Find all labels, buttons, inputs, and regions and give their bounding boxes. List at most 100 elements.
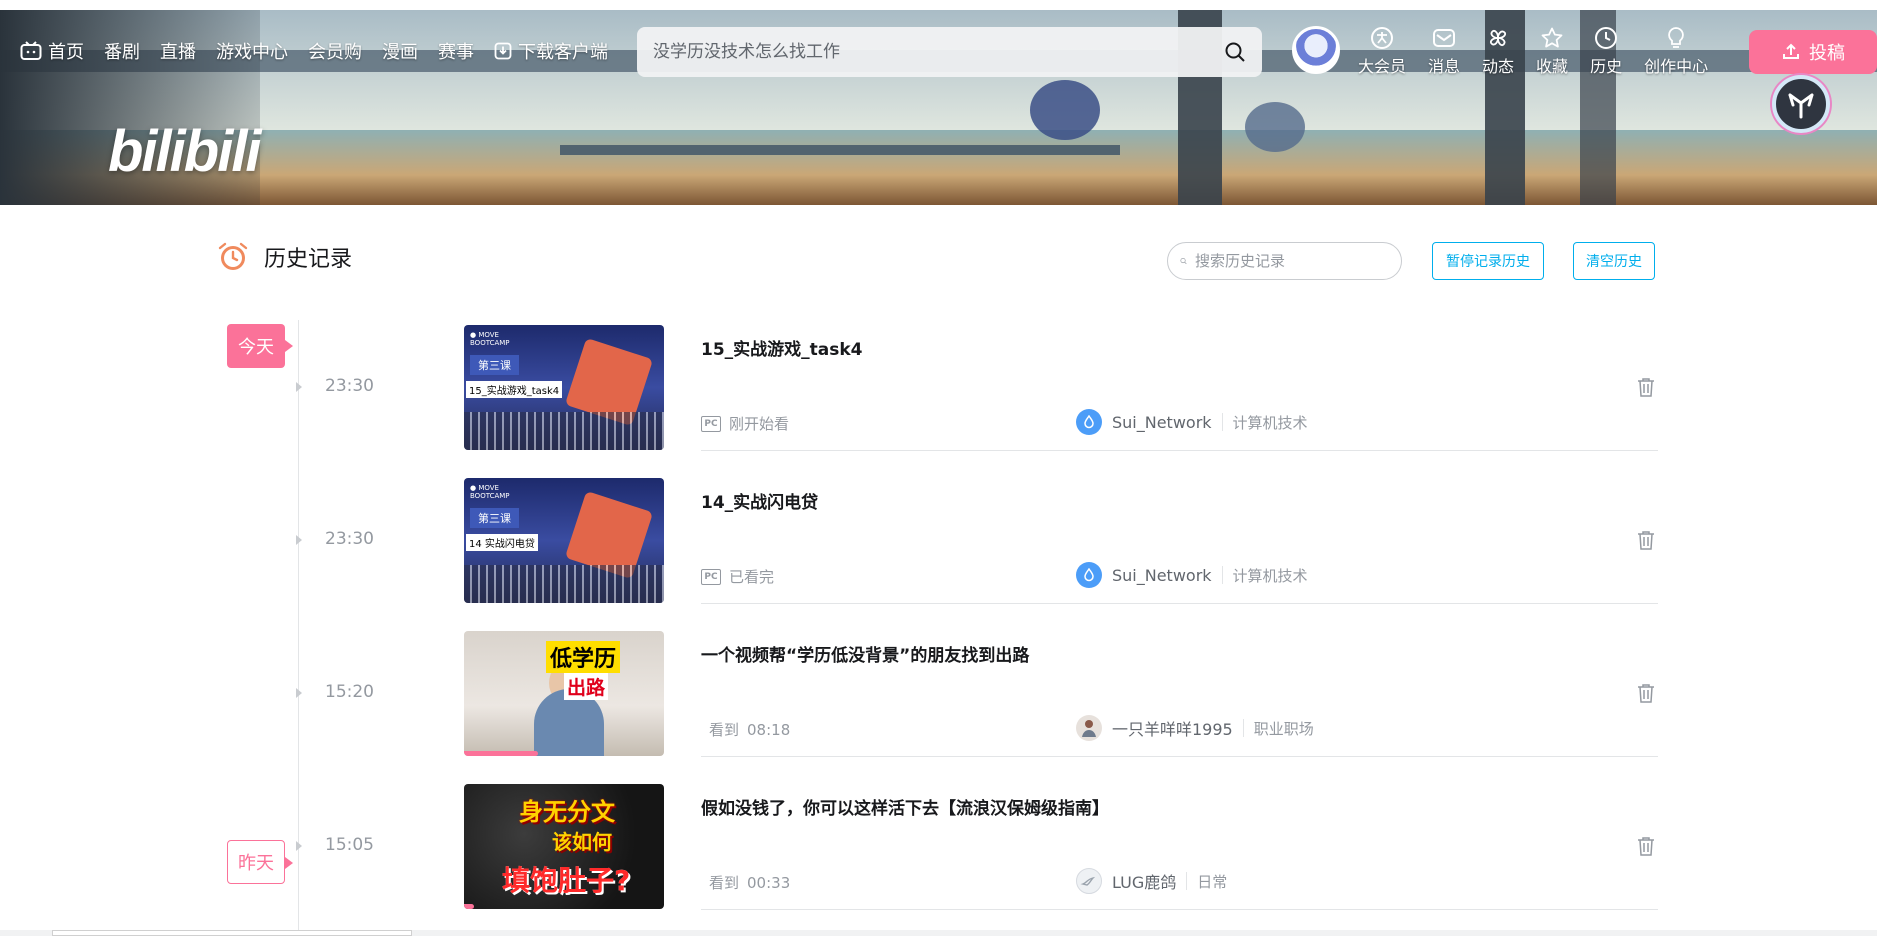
thumb-brand: ● MOVE BOOTCAMP: [470, 484, 510, 500]
timeline-marker: [296, 688, 302, 698]
history-entry[interactable]: 历史: [1590, 26, 1622, 77]
nav-live[interactable]: 直播: [160, 38, 196, 64]
history-entry-row[interactable]: ● MOVE BOOTCAMP 第三课 14 实战闪电贷 14_实战闪电贷 PC …: [464, 478, 1658, 604]
author-name[interactable]: 一只羊咩咩1995: [1112, 716, 1233, 740]
category-tag: 计算机技术: [1232, 413, 1308, 432]
video-thumbnail[interactable]: ● MOVE BOOTCAMP 第三课 15_实战游戏_task4: [464, 325, 664, 450]
author-name[interactable]: Sui_Network: [1112, 413, 1212, 432]
vip-entry[interactable]: 大会员: [1358, 26, 1406, 77]
top-nav: 首页 番剧 直播 游戏中心 会员购 漫画 赛事 下载客户端: [20, 38, 608, 64]
history-header: 历史记录: [216, 240, 352, 274]
thumb-lesson: 第三课: [470, 355, 519, 375]
history-entry-row[interactable]: 身无分文 该如何 填饱肚子? 假如没钱了，你可以这样活下去【流浪汉保姆级指南】 …: [464, 784, 1658, 910]
nav-download-label: 下载客户端: [518, 42, 608, 63]
trash-icon[interactable]: [1637, 530, 1655, 550]
nav-home[interactable]: 首页: [20, 38, 84, 64]
progress-text: 已看完: [729, 568, 775, 586]
bilibili-logo[interactable]: bilibili: [108, 118, 262, 185]
thumb-caption: 15_实战游戏_task4: [466, 381, 563, 398]
floating-avatar[interactable]: [1772, 75, 1830, 133]
clear-history-button[interactable]: 清空历史: [1573, 242, 1655, 280]
thumb-caption: 14 实战闪电贷: [466, 534, 538, 551]
category-tag: 计算机技术: [1232, 566, 1308, 585]
trash-icon[interactable]: [1637, 683, 1655, 703]
alarm-clock-icon: [218, 242, 248, 270]
nav-mall-label: 会员购: [308, 42, 362, 63]
trash-icon[interactable]: [1637, 836, 1655, 856]
top-strip: [0, 0, 1877, 10]
nav-game-center-label: 游戏中心: [216, 42, 288, 63]
upload-button[interactable]: 投稿: [1749, 30, 1877, 74]
nav-mall[interactable]: 会员购: [308, 38, 362, 64]
history-entry-row[interactable]: ● MOVE BOOTCAMP 第三课 15_实战游戏_task4 15_实战游戏…: [464, 325, 1658, 451]
watch-progress: 看到 08:18: [709, 719, 790, 740]
video-title[interactable]: 一个视频帮“学历低没背景”的朋友找到出路: [701, 641, 1029, 666]
author-name[interactable]: Sui_Network: [1112, 566, 1212, 585]
messages-entry[interactable]: 消息: [1428, 26, 1460, 77]
trash-icon[interactable]: [1637, 377, 1655, 397]
video-thumbnail[interactable]: 低学历 出路: [464, 631, 664, 756]
search-icon[interactable]: [1224, 41, 1246, 63]
history-search-input[interactable]: [1195, 252, 1389, 270]
pause-history-button[interactable]: 暂停记录历史: [1432, 242, 1544, 280]
tv-icon: [20, 41, 42, 60]
pc-device-icon: PC: [701, 415, 721, 432]
thumb-crowd: [464, 412, 664, 450]
history-entry-row[interactable]: 低学历 出路 一个视频帮“学历低没背景”的朋友找到出路 看到 08:18 一只羊…: [464, 631, 1658, 757]
vip-icon: [1371, 27, 1393, 49]
author-avatar[interactable]: [1076, 562, 1102, 588]
nav-esports[interactable]: 赛事: [438, 38, 474, 64]
nav-bangumi[interactable]: 番剧: [104, 38, 140, 64]
page-title: 历史记录: [264, 247, 353, 272]
progress-bar: [464, 904, 474, 909]
favorites-entry[interactable]: 收藏: [1536, 26, 1568, 77]
nav-live-label: 直播: [160, 42, 196, 63]
author-info: LUG鹿鸽 日常: [1076, 868, 1227, 894]
watch-progress: 看到 00:33: [709, 872, 790, 893]
row-divider: [701, 756, 1658, 757]
video-title[interactable]: 15_实战游戏_task4: [701, 335, 863, 360]
search-bar: [637, 27, 1262, 77]
brand-mark-icon: [1788, 93, 1814, 119]
category-tag: 职业职场: [1253, 719, 1314, 738]
divider: [1186, 872, 1188, 890]
video-title[interactable]: 假如没钱了，你可以这样活下去【流浪汉保姆级指南】: [701, 794, 1109, 819]
thumb-text: 出路: [564, 673, 609, 700]
video-thumbnail[interactable]: 身无分文 该如何 填饱肚子?: [464, 784, 664, 909]
author-avatar[interactable]: [1076, 409, 1102, 435]
nav-esports-label: 赛事: [438, 42, 474, 63]
row-divider: [701, 603, 1658, 604]
author-avatar[interactable]: [1076, 868, 1102, 894]
header-right-menu: 大会员 消息 动态 收藏 历史 创作中心: [1358, 26, 1708, 77]
divider: [1242, 719, 1244, 737]
nav-download-client[interactable]: 下载客户端: [494, 38, 608, 64]
nav-home-label: 首页: [48, 42, 84, 63]
creator-center-entry[interactable]: 创作中心: [1644, 26, 1708, 77]
user-avatar[interactable]: [1292, 26, 1340, 74]
author-avatar[interactable]: [1076, 715, 1102, 741]
progress-bar: [464, 751, 538, 756]
thumb-text: 填饱肚子?: [502, 864, 631, 897]
pc-device-icon: PC: [701, 568, 721, 585]
messages-label: 消息: [1428, 57, 1461, 76]
dynamics-entry[interactable]: 动态: [1482, 26, 1514, 77]
nav-manga-label: 漫画: [382, 42, 418, 63]
thumb-text: 低学历: [546, 641, 621, 673]
category-tag: 日常: [1197, 872, 1228, 891]
video-title[interactable]: 14_实战闪电贷: [701, 488, 818, 513]
horizontal-scrollbar[interactable]: [52, 930, 412, 936]
nav-manga[interactable]: 漫画: [382, 38, 418, 64]
entry-time: 15:05: [325, 835, 374, 855]
author-info: Sui_Network 计算机技术: [1076, 562, 1308, 588]
nav-game-center[interactable]: 游戏中心: [216, 38, 288, 64]
sui-drop-icon: [1084, 568, 1094, 582]
user-figure-icon: [1082, 720, 1096, 737]
search-input[interactable]: [653, 42, 1224, 62]
video-thumbnail[interactable]: ● MOVE BOOTCAMP 第三课 14 实战闪电贷: [464, 478, 664, 603]
divider: [1221, 566, 1223, 584]
search-icon[interactable]: [1180, 250, 1187, 272]
watch-progress: PC 刚开始看: [701, 413, 789, 434]
day-tag-today: 今天: [227, 324, 293, 368]
history-label: 历史: [1590, 57, 1623, 76]
author-name[interactable]: LUG鹿鸽: [1112, 869, 1176, 893]
